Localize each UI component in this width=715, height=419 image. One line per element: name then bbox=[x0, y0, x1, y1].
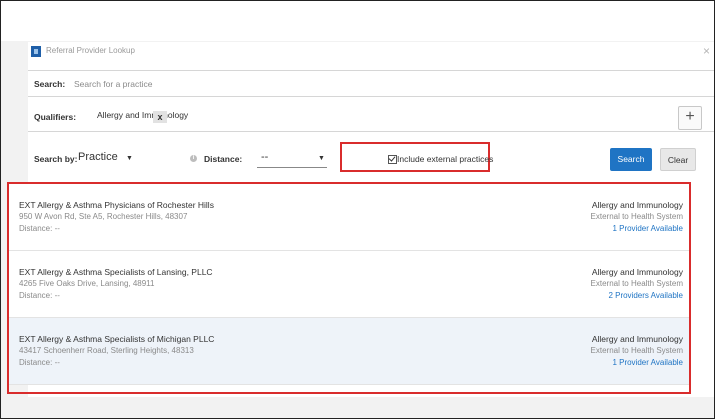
app-logo-icon bbox=[31, 46, 41, 57]
include-external-checkbox[interactable] bbox=[388, 155, 397, 164]
search-row: Search: Search for a practice bbox=[28, 70, 714, 97]
dialog-titlebar: Referral Provider Lookup × bbox=[28, 42, 714, 64]
chevron-down-icon[interactable]: ▼ bbox=[126, 155, 133, 162]
remove-qualifier-icon[interactable]: x bbox=[153, 111, 167, 123]
qualifiers-row: Qualifiers: Allergy and Immunology x + bbox=[28, 102, 714, 132]
distance-value: -- bbox=[261, 151, 269, 163]
chevron-down-icon[interactable]: ▼ bbox=[318, 155, 325, 162]
add-qualifier-button[interactable]: + bbox=[678, 106, 702, 130]
top-band bbox=[1, 1, 714, 41]
qualifier-chip: Allergy and Immunology bbox=[97, 110, 189, 120]
qualifiers-label: Qualifiers: bbox=[34, 112, 77, 122]
results-highlight bbox=[7, 182, 691, 394]
search-by-dropdown[interactable]: Practice bbox=[78, 151, 118, 163]
clear-button[interactable]: Clear bbox=[660, 148, 696, 171]
close-icon[interactable]: × bbox=[703, 44, 710, 58]
search-input[interactable]: Search for a practice bbox=[74, 79, 152, 89]
info-icon: i bbox=[190, 155, 197, 162]
include-external-label[interactable]: Include external practices bbox=[397, 154, 493, 164]
dialog-title: Referral Provider Lookup bbox=[46, 46, 135, 55]
screenshot-frame: Referral Provider Lookup × Search: Searc… bbox=[0, 0, 715, 419]
search-label: Search: bbox=[34, 79, 66, 89]
distance-label: Distance: bbox=[204, 154, 243, 164]
search-button[interactable]: Search bbox=[610, 148, 652, 171]
search-by-label: Search by: bbox=[34, 154, 78, 164]
